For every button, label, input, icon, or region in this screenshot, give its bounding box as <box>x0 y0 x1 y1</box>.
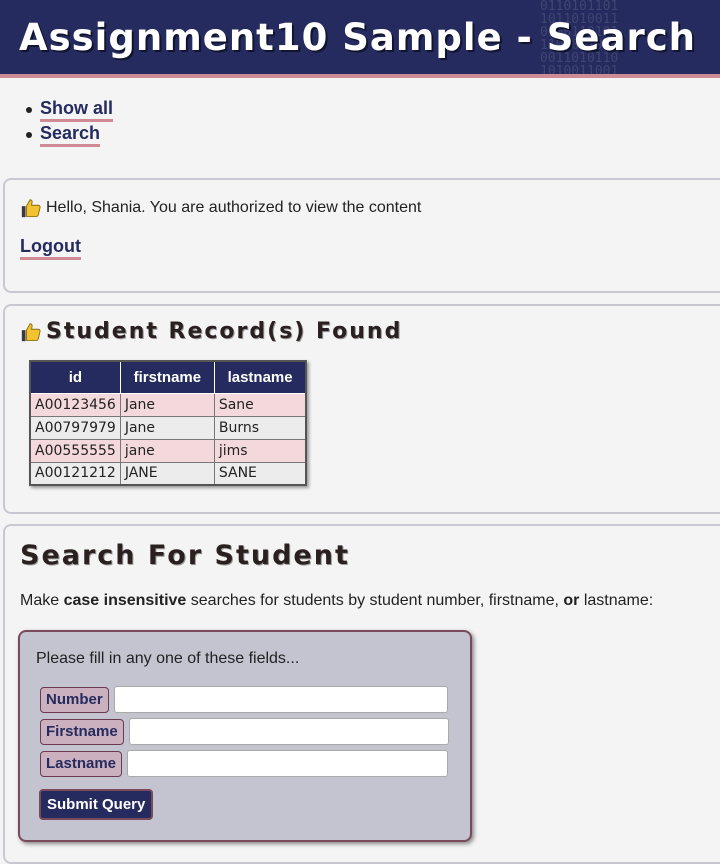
thumbs-up-icon <box>21 199 41 218</box>
firstname-row: Firstname <box>40 718 449 745</box>
desc-bold: or <box>563 592 580 609</box>
table-cell: jims <box>213 438 307 463</box>
auth-message-row: Hello, Shania. You are authorized to vie… <box>20 197 421 219</box>
table-cell: A00797979 <box>29 415 121 440</box>
search-link[interactable]: Search <box>40 123 101 147</box>
thumbs-up-icon <box>21 322 41 341</box>
table-cell: Burns <box>213 415 307 440</box>
nav-item-search: Search <box>26 123 720 148</box>
table-row: A00797979 Jane Burns <box>29 415 307 440</box>
table-cell: A00121212 <box>29 461 121 486</box>
table-cell: jane <box>119 438 215 463</box>
nav-list: Show all Search <box>0 98 720 148</box>
table-cell: Jane <box>119 415 215 440</box>
firstname-input[interactable] <box>128 718 449 745</box>
show-all-link[interactable]: Show all <box>40 98 114 122</box>
nav-item-show-all: Show all <box>26 98 720 123</box>
column-header-firstname: firstname <box>119 360 215 394</box>
lastname-label: Lastname <box>40 750 123 777</box>
number-label: Number <box>40 686 109 713</box>
search-form: Please fill in any one of these fields..… <box>18 630 472 842</box>
table-row: A00555555 jane jims <box>29 438 307 463</box>
search-description: Make case insensitive searches for stude… <box>20 592 653 610</box>
lastname-input[interactable] <box>127 750 449 777</box>
form-hint: Please fill in any one of these fields..… <box>36 650 300 667</box>
page-header: 0110101101 1011010011 0100110101 1101011… <box>0 0 720 78</box>
records-table: id firstname lastname A00123456 Jane San… <box>29 360 308 486</box>
firstname-label: Firstname <box>40 718 124 745</box>
desc-text: lastname: <box>579 592 654 609</box>
logout-container: Logout <box>20 236 81 260</box>
results-heading: Student Record(s) Found <box>46 319 403 344</box>
table-cell: JANE <box>119 461 215 486</box>
table-row: A00121212 JANE SANE <box>29 461 307 486</box>
logout-link[interactable]: Logout <box>20 236 81 260</box>
lastname-row: Lastname <box>40 750 449 777</box>
column-header-id: id <box>29 360 121 394</box>
search-heading: Search For Student <box>20 540 350 571</box>
submit-query-button[interactable]: Submit Query <box>39 789 154 820</box>
number-row: Number <box>40 686 448 713</box>
desc-bold: case insensitive <box>63 592 187 609</box>
desc-text: searches for students by student number,… <box>186 592 564 609</box>
auth-message: Hello, Shania. You are authorized to vie… <box>46 199 422 216</box>
search-panel: Search For Student Make case insensitive… <box>3 524 720 864</box>
page-title: Assignment10 Sample - Search <box>19 16 697 59</box>
table-header-row: id firstname lastname <box>29 360 307 394</box>
table-cell: SANE <box>213 461 307 486</box>
table-cell: Sane <box>213 392 307 417</box>
auth-panel: Hello, Shania. You are authorized to vie… <box>3 178 720 293</box>
number-input[interactable] <box>113 686 448 713</box>
column-header-lastname: lastname <box>213 360 307 394</box>
table-cell: Jane <box>119 392 215 417</box>
results-panel: Student Record(s) Found id firstname las… <box>3 304 720 514</box>
table-cell: A00123456 <box>29 392 121 417</box>
desc-text: Make <box>20 592 64 609</box>
table-cell: A00555555 <box>29 438 121 463</box>
results-heading-row: Student Record(s) Found <box>20 319 402 344</box>
table-row: A00123456 Jane Sane <box>29 392 307 417</box>
